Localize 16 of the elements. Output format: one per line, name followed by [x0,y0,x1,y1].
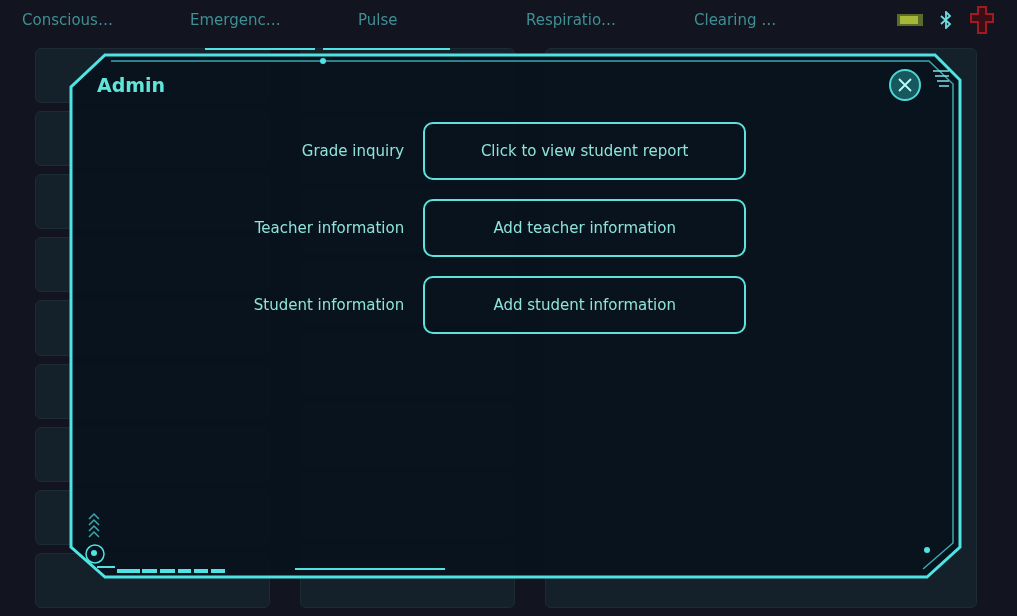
row-label: Teacher information [253,219,405,237]
row-label: Student information [253,296,405,314]
battery-icon [897,14,923,26]
action-button[interactable]: Add student information [423,276,747,334]
close-icon [897,77,913,93]
logo-icon [969,5,995,35]
action-button[interactable]: Add teacher information [423,199,747,257]
nav-tab[interactable]: Emergenc… [190,11,358,29]
row-label: Grade inquiry [300,142,405,160]
nav-tab[interactable]: Conscious… [22,11,190,29]
action-button[interactable]: Click to view student report [423,122,747,180]
bluetooth-icon [939,11,953,29]
nav-tab[interactable]: Clearing … [694,11,862,29]
nav-tab[interactable]: Pulse [358,11,526,29]
nav-tab[interactable]: Respiratio… [526,11,694,29]
dialog-title: Admin [97,74,166,96]
